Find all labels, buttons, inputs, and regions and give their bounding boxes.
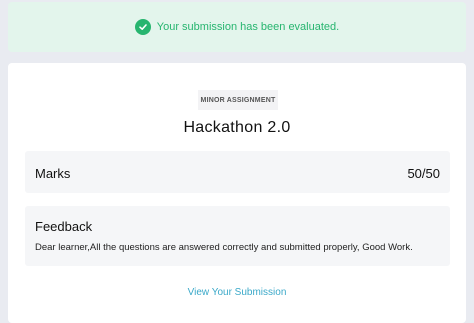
feedback-panel: Feedback Dear learner,All the questions … [25, 206, 450, 266]
marks-value: 50/50 [407, 166, 440, 181]
success-banner: Your submission has been evaluated. [8, 2, 466, 52]
assignment-type-badge: MINOR ASSIGNMENT [198, 90, 278, 110]
banner-message: Your submission has been evaluated. [156, 21, 340, 33]
check-circle-icon [134, 19, 151, 35]
marks-panel: Marks 50/50 [25, 151, 450, 193]
view-submission-link[interactable]: View Your Submission [0, 287, 474, 298]
assignment-title: Hackathon 2.0 [183, 119, 291, 136]
feedback-heading: Feedback [35, 219, 93, 234]
marks-label: Marks [35, 166, 71, 181]
feedback-text: Dear learner,All the questions are answe… [35, 242, 413, 253]
